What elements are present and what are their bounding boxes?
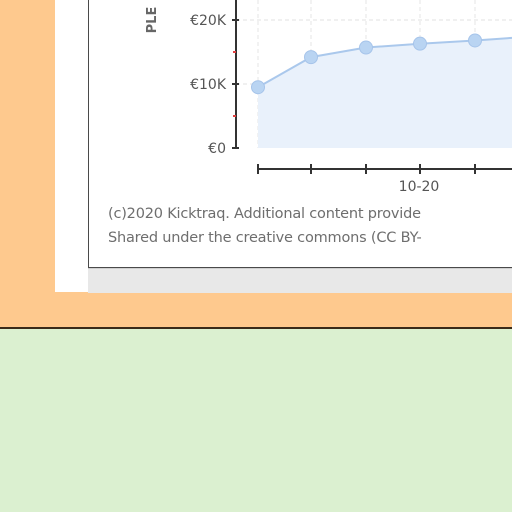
x-axis: 10-20 [257,164,512,195]
data-point [251,80,265,95]
data-point [468,33,482,48]
pledge-chart: €20K €10K €0 10-20 PLE [145,0,512,195]
y-axis-label: PLE [145,7,160,34]
y-tick-label: €0 [208,141,226,157]
y-tick-label: €10K [190,77,227,93]
data-point [359,40,373,55]
y-axis: €20K €10K €0 [190,0,239,157]
y-tick-label: €20K [190,13,227,29]
credit-line-1: (c)2020 Kicktraq. Additional content pro… [108,206,421,222]
data-point [413,36,427,51]
data-point [304,50,318,65]
series-area [258,37,512,148]
credit-line-2: Shared under the creative commons (CC BY… [108,230,422,246]
x-tick-label: 10-20 [399,179,440,195]
